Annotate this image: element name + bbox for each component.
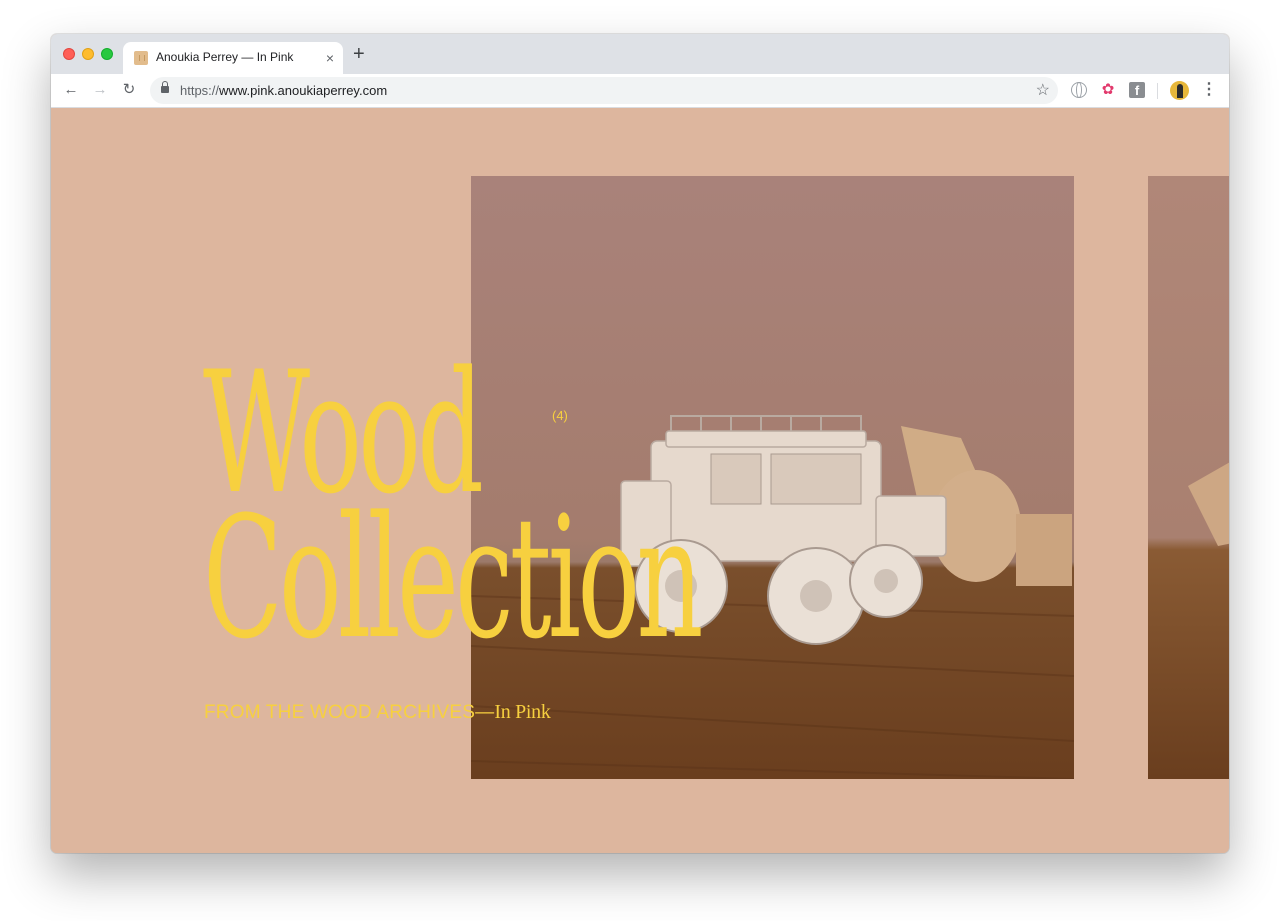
- subtitle-main: FROM THE WOOD ARCHIVES—: [204, 702, 495, 723]
- tab-strip: Anoukia Perrey — In Pink × +: [51, 34, 1229, 74]
- heading-line-2: Collection: [203, 480, 703, 676]
- next-photo[interactable]: [1148, 176, 1229, 779]
- close-window-button[interactable]: [63, 48, 75, 60]
- tab-active[interactable]: Anoukia Perrey — In Pink ×: [123, 42, 343, 74]
- back-icon[interactable]: ←: [61, 80, 81, 100]
- wood-block-illustration: [1188, 462, 1229, 546]
- page-content: Wood Collection (4) FROM THE WOOD ARCHIV…: [51, 108, 1229, 853]
- menu-icon[interactable]: ⋮: [1201, 80, 1217, 100]
- lock-icon: [161, 81, 169, 93]
- close-icon[interactable]: ×: [326, 50, 334, 66]
- facebook-extension-icon[interactable]: f: [1129, 82, 1145, 98]
- url-text[interactable]: https://www.pink.anoukiaperrey.com: [180, 83, 387, 98]
- item-count: (4): [552, 408, 568, 423]
- browser-toolbar: ← → ↻ https://www.pink.anoukiaperrey.com…: [51, 74, 1229, 108]
- url-host: www.pink.anoukiaperrey.com: [219, 83, 388, 98]
- minimize-window-button[interactable]: [82, 48, 94, 60]
- reload-icon[interactable]: ↻: [119, 80, 139, 100]
- subtitle-signature: In Pink: [494, 701, 551, 723]
- forward-icon[interactable]: →: [90, 80, 110, 100]
- tab-title: Anoukia Perrey — In Pink: [156, 50, 294, 64]
- toolbar-divider: [1157, 83, 1158, 99]
- globe-extension-icon[interactable]: [1071, 82, 1087, 98]
- profile-avatar[interactable]: [1170, 81, 1189, 100]
- collection-heading: Wood Collection: [203, 349, 703, 676]
- browser-window: Anoukia Perrey — In Pink × + ← → ↻ https…: [51, 34, 1229, 853]
- bookmark-star-icon[interactable]: ☆: [1036, 80, 1050, 100]
- favicon-icon: [134, 51, 148, 65]
- collection-subtitle: FROM THE WOOD ARCHIVES—In Pink: [204, 701, 551, 724]
- address-bar[interactable]: https://www.pink.anoukiaperrey.com ☆: [150, 77, 1058, 104]
- url-scheme: https://: [180, 83, 220, 98]
- color-extension-icon[interactable]: ✿: [1100, 82, 1116, 98]
- maximize-window-button[interactable]: [101, 48, 113, 60]
- new-tab-button[interactable]: +: [353, 44, 365, 64]
